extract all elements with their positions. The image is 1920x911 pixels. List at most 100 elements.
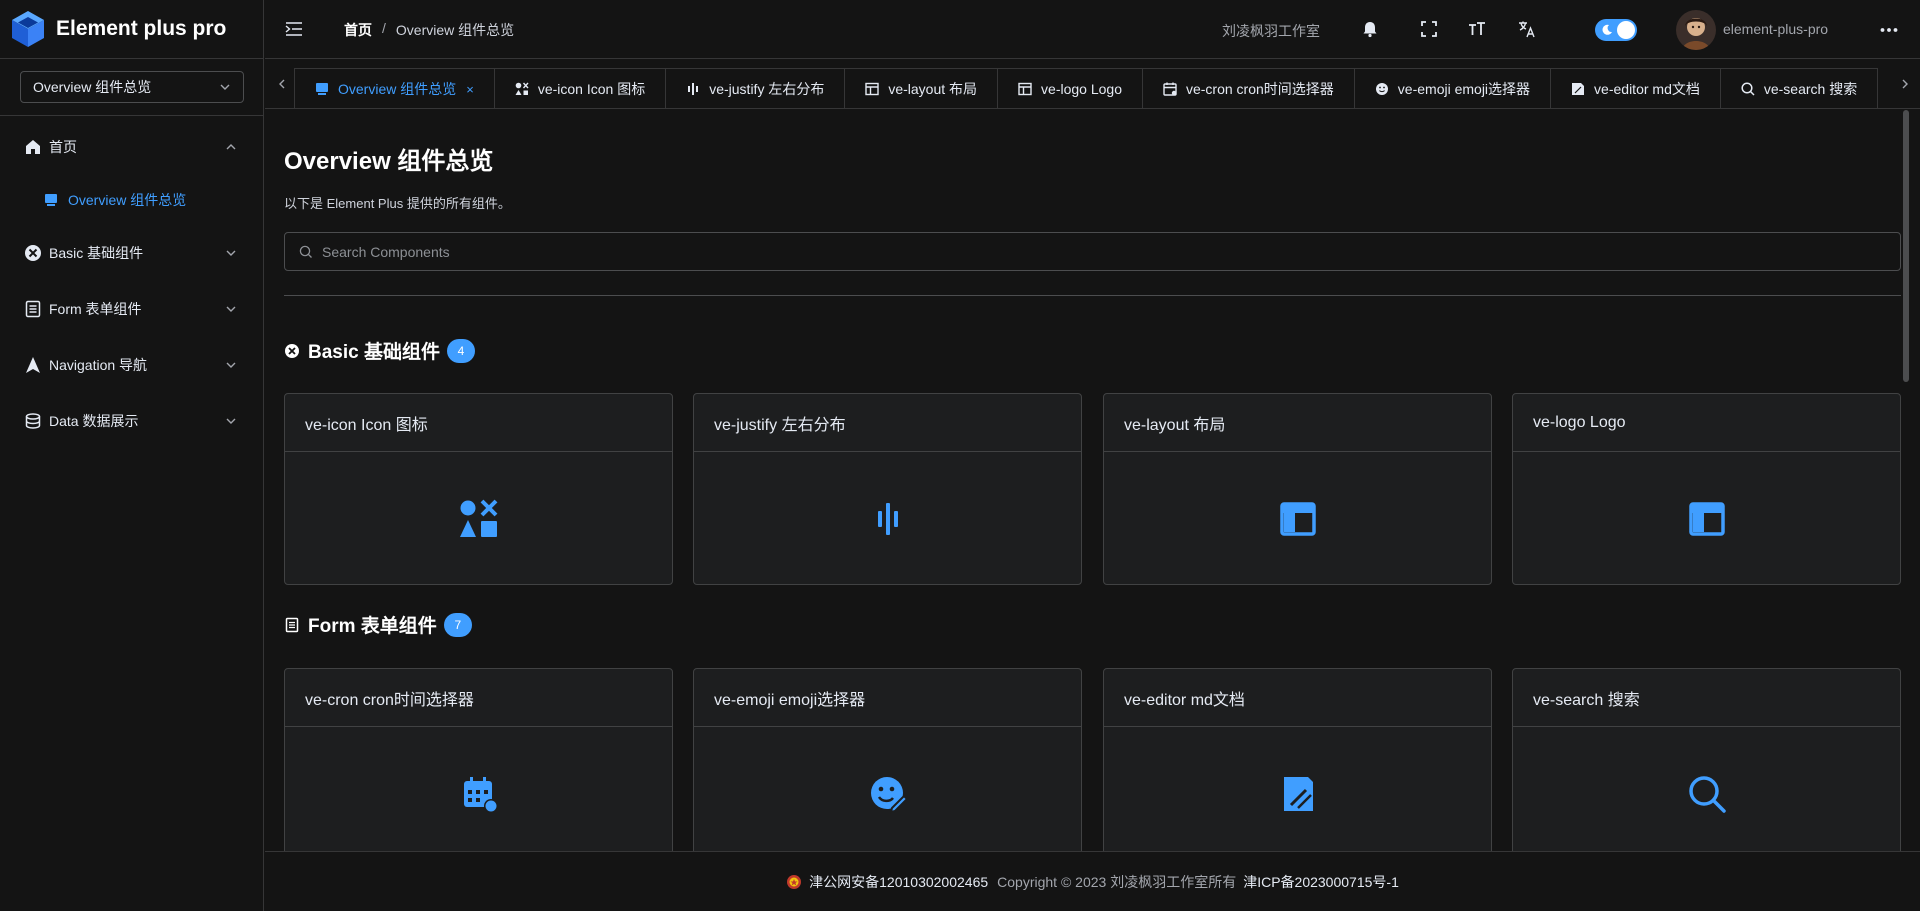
monitor-icon xyxy=(45,194,57,206)
count-badge: 4 xyxy=(446,338,475,363)
emoji-icon xyxy=(870,776,908,813)
shapes-icon xyxy=(459,499,497,537)
police-record-link[interactable]: 津公网安备12010302002465 xyxy=(809,872,988,892)
dark-mode-toggle[interactable] xyxy=(1595,19,1637,41)
search-input[interactable]: Search Components xyxy=(284,232,1901,271)
section-title: Form 表单组件 xyxy=(308,616,437,637)
sidebar-item-data[interactable]: Data 数据展示 xyxy=(0,393,263,449)
chevron-left-icon[interactable] xyxy=(276,76,288,92)
avatar[interactable] xyxy=(1676,10,1716,50)
footer: 津公网安备12010302002465 Copyright © 2023 刘凌枫… xyxy=(265,851,1920,911)
tab-ve-search[interactable]: ve-search 搜索 xyxy=(1719,68,1879,108)
breadcrumb-current: Overview 组件总览 xyxy=(395,22,515,38)
card-title: ve-justify 左右分布 xyxy=(694,394,1081,452)
home-icon xyxy=(26,140,40,154)
component-card[interactable]: ve-icon Icon 图标 xyxy=(284,393,673,585)
tab-ve-editor[interactable]: ve-editor md文档 xyxy=(1550,68,1721,108)
police-badge-icon xyxy=(787,874,802,889)
layout-icon xyxy=(1018,82,1032,96)
username[interactable]: element-plus-pro xyxy=(1723,21,1828,37)
justify-icon xyxy=(877,502,898,535)
edit-icon xyxy=(1283,776,1313,811)
tab-ve-logo[interactable]: ve-logo Logo xyxy=(997,68,1143,108)
component-card[interactable]: ve-search 搜索 xyxy=(1512,668,1901,851)
scrollbar-thumb[interactable] xyxy=(1903,110,1909,382)
tab-ve-justify[interactable]: ve-justify 左右分布 xyxy=(665,68,846,108)
component-card[interactable]: ve-layout 布局 xyxy=(1103,393,1492,585)
section-basic-heading: Basic 基础组件 4 xyxy=(284,337,475,364)
layout-icon xyxy=(1279,501,1316,536)
tab-overview[interactable]: Overview 组件总览 × xyxy=(294,68,495,108)
circle-close-icon xyxy=(25,245,41,261)
font-size-icon[interactable] xyxy=(1468,20,1486,38)
navigation-icon xyxy=(26,357,40,373)
breadcrumb-home[interactable]: 首页 xyxy=(344,20,372,40)
chevron-down-icon xyxy=(226,418,236,424)
emoji-icon xyxy=(1375,83,1388,95)
section-title: Basic 基础组件 xyxy=(308,342,440,363)
page-title: Overview 组件总览 xyxy=(284,148,494,175)
studio-link[interactable]: 刘凌枫羽工作室 xyxy=(1222,21,1320,41)
avatar-image xyxy=(1676,10,1716,50)
sidebar-item-form[interactable]: Form 表单组件 xyxy=(0,281,263,337)
sidebar: Element plus pro Overview 组件总览 首页 Overvi… xyxy=(0,0,264,911)
sidebar-item-label: Navigation 导航 xyxy=(49,357,148,373)
tab-scroll-right[interactable] xyxy=(1893,68,1920,108)
tab-ve-icon[interactable]: ve-icon Icon 图标 xyxy=(493,68,667,108)
component-card[interactable]: ve-cron cron时间选择器 xyxy=(284,668,673,851)
sidebar-item-label: Form 表单组件 xyxy=(49,301,142,317)
tab-close-button[interactable]: × xyxy=(466,82,474,97)
component-card[interactable]: ve-logo Logo xyxy=(1512,393,1901,585)
layout-icon xyxy=(1688,501,1725,536)
tab-label: Overview 组件总览 xyxy=(338,81,457,97)
page-switcher-select[interactable]: Overview 组件总览 xyxy=(20,71,244,103)
page-description: 以下是 Element Plus 提供的所有组件。 xyxy=(284,196,511,211)
tab-label: ve-search 搜索 xyxy=(1763,81,1858,97)
card-title: ve-editor md文档 xyxy=(1104,669,1491,727)
calendar-icon xyxy=(1163,82,1177,96)
top-header: 首页 / Overview 组件总览 刘凌枫羽工作室 element-plus-… xyxy=(265,0,1920,59)
tab-label: ve-logo Logo xyxy=(1041,81,1122,97)
sidebar-item-home[interactable]: 首页 xyxy=(0,119,263,175)
edit-icon xyxy=(1572,83,1585,95)
justify-icon xyxy=(688,83,699,95)
tab-label: ve-emoji emoji选择器 xyxy=(1397,81,1531,97)
tab-ve-emoji[interactable]: ve-emoji emoji选择器 xyxy=(1353,68,1552,108)
translate-icon[interactable] xyxy=(1518,20,1536,38)
tab-bar: Overview 组件总览 × ve-icon Icon 图标 ve-justi… xyxy=(265,60,1920,109)
count-badge: 7 xyxy=(443,612,472,637)
card-title: ve-cron cron时间选择器 xyxy=(285,669,672,727)
tab-label: ve-cron cron时间选择器 xyxy=(1185,81,1334,97)
more-icon[interactable] xyxy=(1879,20,1899,40)
card-title: ve-layout 布局 xyxy=(1104,394,1491,452)
tab-label: ve-justify 左右分布 xyxy=(709,81,825,97)
sidebar-item-navigation[interactable]: Navigation 导航 xyxy=(0,337,263,393)
tab-label: ve-icon Icon 图标 xyxy=(537,81,646,97)
menu-fold-icon[interactable] xyxy=(285,20,303,38)
document-icon xyxy=(25,300,41,318)
search-icon xyxy=(299,245,312,258)
component-card[interactable]: ve-editor md文档 xyxy=(1103,668,1492,851)
logo-icon xyxy=(12,11,44,47)
fullscreen-icon[interactable] xyxy=(1420,20,1438,38)
icp-record-link[interactable]: 津ICP备2023000715号-1 xyxy=(1243,872,1399,892)
chevron-down-icon xyxy=(220,84,230,90)
sidebar-item-basic[interactable]: Basic 基础组件 xyxy=(0,225,263,281)
app-title: Element plus pro xyxy=(56,17,227,40)
tab-ve-cron[interactable]: ve-cron cron时间选择器 xyxy=(1141,68,1355,108)
chevron-down-icon xyxy=(226,250,236,256)
chevron-up-icon xyxy=(226,144,236,150)
sidebar-menu: 首页 Overview 组件总览 Basic 基础组件 Form 表单组件 Na… xyxy=(0,116,263,449)
bell-icon[interactable] xyxy=(1361,20,1379,38)
breadcrumb: 首页 / Overview 组件总览 xyxy=(344,20,514,40)
main-scrollbar[interactable] xyxy=(1903,110,1909,851)
divider xyxy=(284,295,1901,296)
logo[interactable]: Element plus pro xyxy=(0,0,263,59)
component-card[interactable]: ve-emoji emoji选择器 xyxy=(693,668,1082,851)
shapes-icon xyxy=(515,82,529,95)
search-icon xyxy=(1741,82,1755,96)
chevron-down-icon xyxy=(226,306,236,312)
component-card[interactable]: ve-justify 左右分布 xyxy=(693,393,1082,585)
sidebar-item-overview[interactable]: Overview 组件总览 xyxy=(0,175,263,225)
tab-ve-layout[interactable]: ve-layout 布局 xyxy=(844,68,999,108)
